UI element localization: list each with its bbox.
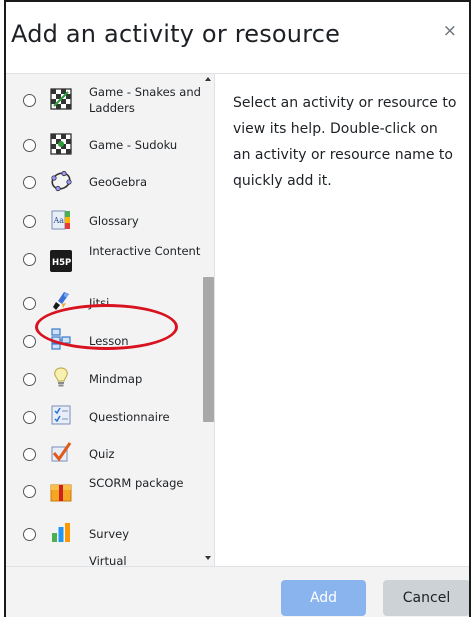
- scroll-thumb[interactable]: [203, 277, 214, 422]
- module-label: Game - Sudoku: [89, 138, 178, 152]
- scroll-up-arrow-icon[interactable]: [205, 77, 211, 81]
- module-label: Jitsi: [89, 296, 110, 310]
- module-radio[interactable]: [23, 485, 36, 498]
- module-option-glossary[interactable]: Aa Glossary: [6, 202, 203, 240]
- module-radio[interactable]: [23, 297, 36, 310]
- module-radio[interactable]: [23, 448, 36, 461]
- add-activity-dialog: Add an activity or resource × Game - Sna…: [4, 0, 471, 617]
- module-option-snakes-ladders[interactable]: Game - Snakes and Ladders: [6, 81, 203, 119]
- sudoku-icon: [50, 133, 72, 155]
- dialog-title: Add an activity or resource: [11, 20, 341, 48]
- module-option-interactive-content[interactable]: H5P Interactive Content: [6, 240, 203, 278]
- module-label: GeoGebra: [89, 175, 148, 189]
- module-option-scorm[interactable]: SCORM package: [6, 472, 203, 510]
- jitsi-icon: [50, 290, 72, 312]
- svg-text:Aa: Aa: [53, 216, 65, 225]
- module-option-mindmap[interactable]: Mindmap: [6, 360, 203, 398]
- glossary-icon: Aa: [50, 209, 72, 231]
- module-radio[interactable]: [23, 253, 36, 266]
- module-option-questionnaire[interactable]: Questionnaire: [6, 398, 203, 436]
- module-label: Quiz: [89, 447, 115, 461]
- module-option-virtual[interactable]: Virtual: [6, 552, 203, 566]
- dialog-footer: Add Cancel: [6, 566, 469, 617]
- h5p-icon: H5P: [50, 250, 72, 272]
- module-option-sudoku[interactable]: Game - Sudoku: [6, 126, 203, 164]
- module-radio[interactable]: [23, 176, 36, 189]
- dialog-header: Add an activity or resource ×: [6, 2, 469, 74]
- module-label: Survey: [89, 527, 130, 541]
- module-option-survey[interactable]: Survey: [6, 515, 203, 553]
- module-label: Lesson: [89, 334, 129, 348]
- close-icon[interactable]: ×: [443, 23, 457, 40]
- module-radio[interactable]: [23, 335, 36, 348]
- cancel-button[interactable]: Cancel: [383, 580, 469, 616]
- module-option-quiz[interactable]: Quiz: [6, 435, 203, 473]
- questionnaire-icon: [50, 404, 72, 426]
- scorm-icon: [50, 481, 72, 503]
- lesson-icon: [50, 328, 72, 350]
- module-option-geogebra[interactable]: GeoGebra: [6, 163, 203, 201]
- svg-text:H5P: H5P: [52, 258, 71, 268]
- add-button[interactable]: Add: [281, 580, 366, 616]
- module-label: Mindmap: [89, 372, 143, 386]
- module-list-scrollbar[interactable]: [203, 74, 214, 566]
- module-label: Questionnaire: [89, 410, 170, 424]
- module-option-lesson[interactable]: Lesson: [6, 322, 203, 360]
- module-label: Game - Snakes and Ladders: [89, 85, 201, 115]
- module-label: Virtual: [89, 554, 127, 566]
- module-option-jitsi[interactable]: Jitsi: [6, 284, 203, 322]
- snakes-ladders-icon: [50, 88, 72, 110]
- module-help-text: Select an activity or resource to view i…: [233, 95, 457, 189]
- quiz-icon: [50, 441, 72, 463]
- scroll-down-arrow-icon[interactable]: [205, 556, 211, 560]
- module-radio[interactable]: [23, 94, 36, 107]
- mindmap-icon: [50, 366, 72, 388]
- module-radio[interactable]: [23, 373, 36, 386]
- module-radio[interactable]: [23, 139, 36, 152]
- geogebra-icon: [50, 170, 72, 192]
- module-label: Glossary: [89, 214, 139, 228]
- module-list-panel: Game - Snakes and Ladders Game - Sudoku: [6, 74, 215, 566]
- module-label: SCORM package: [89, 476, 184, 490]
- module-radio[interactable]: [23, 528, 36, 541]
- module-radio[interactable]: [23, 215, 36, 228]
- survey-icon: [50, 521, 72, 543]
- module-label: Interactive Content: [89, 244, 201, 258]
- module-radio[interactable]: [23, 411, 36, 424]
